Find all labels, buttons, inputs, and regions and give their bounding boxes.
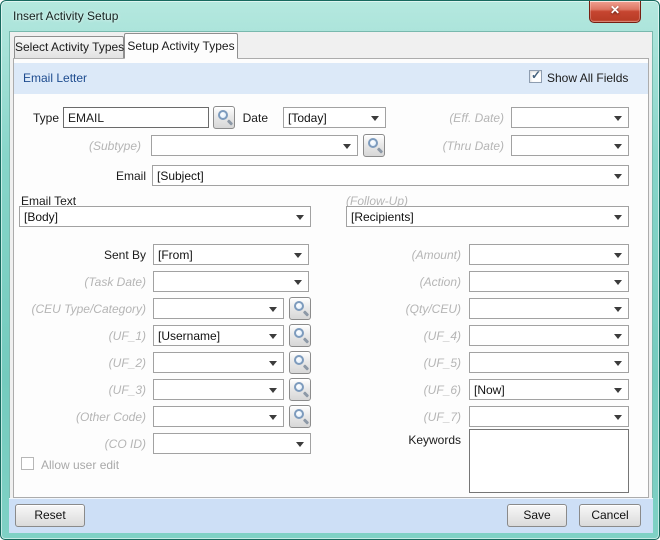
- type-value: EMAIL: [68, 111, 104, 125]
- uf3-lookup-button[interactable]: [289, 378, 311, 401]
- uf2-lookup-button[interactable]: [289, 351, 311, 374]
- dropdown-arrow-icon: [269, 415, 277, 420]
- task-date-select[interactable]: [153, 271, 309, 292]
- ceu-type-label: (CEU Type/Category): [6, 302, 146, 316]
- dropdown-arrow-icon: [614, 334, 622, 339]
- qty-ceu-select[interactable]: [469, 298, 629, 319]
- other-code-select[interactable]: [153, 406, 284, 427]
- uf1-lookup-button[interactable]: [289, 324, 311, 347]
- subtype-lookup-button[interactable]: [363, 134, 385, 157]
- date-select[interactable]: [Today]: [283, 107, 386, 128]
- ceu-type-lookup-button[interactable]: [289, 297, 311, 320]
- dropdown-arrow-icon: [614, 253, 622, 258]
- dropdown-arrow-icon: [296, 215, 304, 220]
- dropdown-arrow-icon: [614, 116, 622, 121]
- co-id-label: (CO ID): [56, 437, 146, 451]
- follow-up-select[interactable]: [Recipients]: [346, 206, 629, 227]
- tab-setup-activity-types[interactable]: Setup Activity Types: [124, 33, 238, 59]
- date-label: Date: [234, 111, 268, 125]
- cancel-button[interactable]: Cancel: [579, 504, 641, 527]
- tab-select-activity-types[interactable]: Select Activity Types: [14, 36, 124, 58]
- show-all-fields-checkbox[interactable]: ✓: [529, 70, 542, 83]
- uf3-label: (UF_3): [56, 383, 146, 397]
- close-button[interactable]: ✕: [589, 1, 641, 23]
- uf1-select[interactable]: [Username]: [153, 325, 284, 346]
- ceu-type-select[interactable]: [153, 298, 284, 319]
- uf1-label: (UF_1): [56, 329, 146, 343]
- uf2-select[interactable]: [153, 352, 284, 373]
- qty-ceu-label: (Qty/CEU): [371, 302, 461, 316]
- subtype-label: (Subtype): [56, 139, 141, 153]
- show-all-fields-label: Show All Fields: [547, 71, 628, 85]
- window-title: Insert Activity Setup: [13, 9, 118, 23]
- type-input[interactable]: EMAIL: [63, 107, 209, 128]
- other-code-label: (Other Code): [56, 410, 146, 424]
- amount-label: (Amount): [371, 248, 461, 262]
- insert-activity-setup-dialog: Insert Activity Setup ✕ Select Activity …: [0, 0, 660, 540]
- uf7-label: (UF_7): [371, 410, 461, 424]
- dropdown-arrow-icon: [614, 361, 622, 366]
- email-label: Email: [97, 169, 146, 183]
- dropdown-arrow-icon: [269, 307, 277, 312]
- dropdown-arrow-icon: [269, 334, 277, 339]
- uf5-label: (UF_5): [371, 356, 461, 370]
- email-body-select[interactable]: [Body]: [19, 206, 311, 227]
- allow-user-edit-checkbox[interactable]: [21, 457, 34, 470]
- keywords-label: Keywords: [399, 433, 461, 447]
- action-label: (Action): [371, 275, 461, 289]
- amount-select[interactable]: [469, 244, 629, 265]
- dropdown-arrow-icon: [296, 442, 304, 447]
- dropdown-arrow-icon: [294, 280, 302, 285]
- uf2-label: (UF_2): [56, 356, 146, 370]
- uf3-select[interactable]: [153, 379, 284, 400]
- activity-type-title: Email Letter: [23, 71, 87, 85]
- uf4-select[interactable]: [469, 325, 629, 346]
- dropdown-arrow-icon: [614, 215, 622, 220]
- check-icon: ✓: [531, 69, 541, 82]
- eff-date-select[interactable]: [511, 107, 629, 128]
- dropdown-arrow-icon: [614, 388, 622, 393]
- thru-date-label: (Thru Date): [404, 139, 504, 153]
- dropdown-arrow-icon: [269, 388, 277, 393]
- sent-by-label: Sent By: [61, 248, 146, 262]
- close-icon: ✕: [610, 3, 620, 17]
- email-subject-select[interactable]: [Subject]: [152, 165, 629, 186]
- uf5-select[interactable]: [469, 352, 629, 373]
- dropdown-arrow-icon: [614, 144, 622, 149]
- dropdown-arrow-icon: [269, 361, 277, 366]
- uf4-label: (UF_4): [371, 329, 461, 343]
- sent-by-select[interactable]: [From]: [153, 244, 309, 265]
- reset-button[interactable]: Reset: [15, 504, 85, 527]
- eff-date-label: (Eff. Date): [404, 111, 504, 125]
- dropdown-arrow-icon: [294, 253, 302, 258]
- action-select[interactable]: [469, 271, 629, 292]
- uf7-select[interactable]: [469, 406, 629, 427]
- dropdown-arrow-icon: [614, 307, 622, 312]
- keywords-input[interactable]: [469, 429, 629, 493]
- dropdown-arrow-icon: [614, 415, 622, 420]
- save-button[interactable]: Save: [507, 504, 567, 527]
- thru-date-select[interactable]: [511, 135, 629, 156]
- dropdown-arrow-icon: [343, 144, 351, 149]
- subtype-select[interactable]: [151, 135, 358, 156]
- uf6-select[interactable]: [Now]: [469, 379, 629, 400]
- type-label: Type: [15, 111, 59, 125]
- other-code-lookup-button[interactable]: [289, 405, 311, 428]
- task-date-label: (Task Date): [56, 275, 146, 289]
- uf6-label: (UF_6): [371, 383, 461, 397]
- dropdown-arrow-icon: [614, 280, 622, 285]
- dropdown-arrow-icon: [371, 116, 379, 121]
- type-lookup-button[interactable]: [213, 106, 235, 129]
- allow-user-edit-label: Allow user edit: [41, 458, 119, 472]
- dropdown-arrow-icon: [614, 174, 622, 179]
- co-id-select[interactable]: [153, 433, 311, 454]
